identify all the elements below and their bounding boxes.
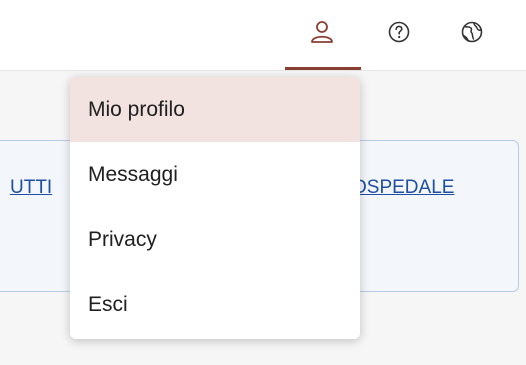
language-button[interactable] <box>450 10 494 54</box>
user-icon <box>311 21 333 43</box>
menu-item-mio-profilo[interactable]: Mio profilo <box>70 77 360 142</box>
card-link-right[interactable]: OSPEDALE <box>352 177 454 199</box>
menu-item-esci[interactable]: Esci <box>70 272 360 337</box>
card-link-left[interactable]: UTTI <box>10 177 52 199</box>
menu-item-messaggi[interactable]: Messaggi <box>70 142 360 207</box>
active-tab-indicator <box>285 67 361 70</box>
menu-item-privacy[interactable]: Privacy <box>70 207 360 272</box>
menu-item-label: Messaggi <box>88 162 178 186</box>
top-bar <box>0 0 526 71</box>
help-button[interactable] <box>377 10 421 54</box>
user-menu-button[interactable] <box>300 10 344 54</box>
globe-icon <box>461 21 483 43</box>
user-dropdown-menu: Mio profilo Messaggi Privacy Esci <box>70 77 360 339</box>
help-icon <box>388 21 410 43</box>
menu-item-label: Esci <box>88 292 128 316</box>
menu-item-label: Privacy <box>88 227 157 251</box>
menu-item-label: Mio profilo <box>88 97 185 121</box>
